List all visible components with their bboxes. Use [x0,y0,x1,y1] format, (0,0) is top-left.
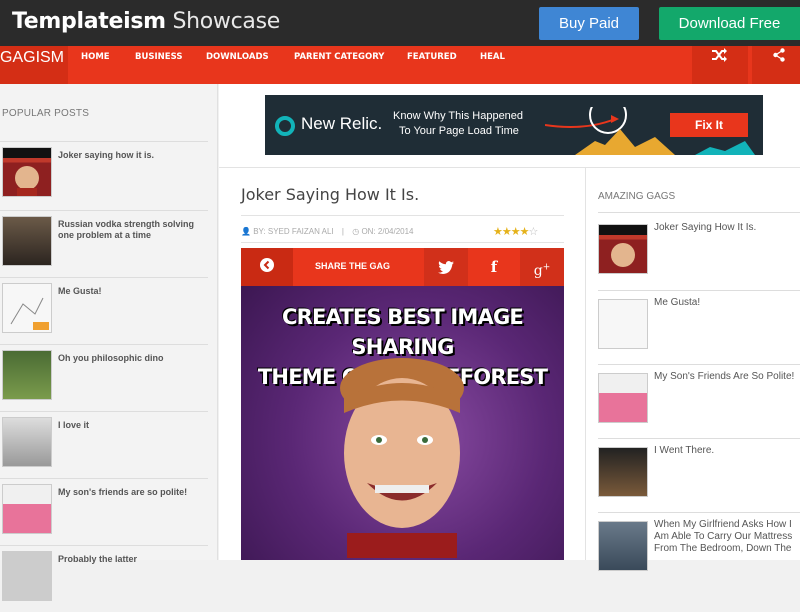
list-item[interactable]: I love it [0,411,208,478]
brand-logo[interactable]: Templateism Showcase [12,9,280,34]
nav-parent-category[interactable]: PARENT CATEGORY [294,46,384,84]
share-site-button[interactable] [752,46,800,84]
brand-name-bold: Templateism [12,9,166,34]
amazing-gags-sidebar: AMAZING GAGS Joker Saying How It Is. Me … [585,168,800,571]
new-relic-logo-icon [275,116,295,136]
clock-icon: ◷ [352,227,360,236]
list-item[interactable]: I Went There. [598,438,800,512]
google-plus-icon: g+ [533,262,551,279]
site-logo[interactable]: GAGISM [0,46,68,84]
gag-title[interactable]: My Son's Friends Are So Polite! [654,371,800,383]
share-icon [773,48,785,65]
shuffle-button[interactable] [692,46,748,84]
nav-featured[interactable]: FEATURED [407,46,457,84]
brand-name-light: Showcase [172,9,281,34]
post-date: ON: 2/04/2014 [361,227,414,236]
post-thumbnail[interactable] [2,551,52,601]
post-thumbnail[interactable] [2,350,52,400]
meme-caption-line-1: CREATES BEST IMAGE SHARING [282,305,524,359]
gag-title[interactable]: Joker Saying How It Is. [654,222,800,234]
shuffle-icon [711,48,728,65]
amazing-gags-title: AMAZING GAGS [598,191,676,202]
share-facebook-button[interactable]: f [468,248,520,286]
star-icon: ★ [493,226,503,238]
post-thumbnail[interactable] [2,484,52,534]
meme-face [340,358,464,558]
ad-copy: Know Why This Happened To Your Page Load… [393,109,523,139]
gag-thumbnail[interactable] [598,521,648,571]
nav-business[interactable]: BUSINESS [135,46,182,84]
share-label: SHARE THE GAG [315,261,391,271]
gag-thumbnail[interactable] [598,224,648,274]
divider [241,242,564,243]
star-icon: ★ [510,226,521,238]
arrow-left-icon [260,258,274,275]
back-button[interactable] [241,248,293,286]
ad-brand: New Relic. [301,114,383,133]
twitter-icon [438,258,454,275]
list-item[interactable]: My Son's Friends Are So Polite! [598,364,800,438]
list-item[interactable]: Oh you philosophic dino [0,344,208,411]
gag-title[interactable]: I Went There. [654,445,800,457]
post-title[interactable]: Russian vodka strength solving one probl… [58,219,203,241]
share-bar: SHARE THE GAG f g+ [241,248,564,286]
ad-fix-it-button[interactable]: Fix It [670,113,748,137]
list-item[interactable]: Joker Saying How It Is. [598,216,800,290]
list-item[interactable]: Russian vodka strength solving one probl… [0,210,208,277]
site-logo-text: GAGISM [0,49,65,66]
post-thumbnail[interactable] [2,417,52,467]
list-item[interactable]: Probably the latter [0,545,208,612]
top-bar: Templateism Showcase Buy Paid Download F… [0,0,800,46]
meta-separator: | [341,227,344,236]
list-item[interactable]: When My Girlfriend Asks How I Am Able To… [598,512,800,571]
list-item[interactable]: Me Gusta! [598,290,800,364]
nav-heal[interactable]: HEAL [480,46,505,84]
nav-downloads[interactable]: DOWNLOADS [206,46,269,84]
post-meta-area: 👤 BY: SYED FAIZAN ALI | ◷ ON: 2/04/2014 … [241,168,564,248]
post-thumbnail[interactable] [2,216,52,266]
post-meta: 👤 BY: SYED FAIZAN ALI | ◷ ON: 2/04/2014 [241,227,414,236]
post-title[interactable]: Joker saying how it is. [58,150,203,161]
share-twitter-button[interactable] [424,248,468,286]
buy-paid-button[interactable]: Buy Paid [539,7,639,40]
banner-ad[interactable]: New Relic. Know Why This Happened To You… [265,95,763,155]
star-icon: ★ [501,226,512,238]
main-nav: GAGISM HOME BUSINESS DOWNLOADS PARENT CA… [0,46,800,84]
post-title[interactable]: Me Gusta! [58,286,203,297]
post-title[interactable]: I love it [58,420,203,431]
list-item[interactable]: My son's friends are so polite! [0,478,208,545]
ad-line-1: Know Why This Happened [393,110,524,122]
meme-image[interactable]: CREATES BEST IMAGE SHARING THEME ON THEM… [241,286,564,560]
star-rating[interactable]: ★★★★☆ [493,225,539,238]
post-title[interactable]: Oh you philosophic dino [58,353,203,364]
list-item[interactable]: Joker saying how it is. [0,141,208,208]
post-thumbnail[interactable] [2,147,52,197]
download-free-button[interactable]: Download Free [659,7,800,40]
facebook-icon: f [490,258,498,276]
popular-posts-title: POPULAR POSTS [2,108,90,119]
gag-thumbnail[interactable] [598,447,648,497]
post-author[interactable]: BY: SYED FAIZAN ALI [253,227,333,236]
gag-thumbnail[interactable] [598,373,648,423]
star-empty-icon: ☆ [528,226,539,238]
gag-title[interactable]: Me Gusta! [654,297,800,309]
post-thumbnail[interactable] [2,283,52,333]
popular-posts-sidebar: POPULAR POSTS Joker saying how it is. Ru… [0,84,218,601]
ad-line-2: To Your Page Load Time [399,125,519,137]
user-icon: 👤 [241,227,251,236]
list-item[interactable]: Me Gusta! [0,277,208,344]
star-icon: ★ [519,226,530,238]
divider [598,212,800,213]
share-google-plus-button[interactable]: g+ [520,248,564,286]
nav-home[interactable]: HOME [81,46,110,84]
post-title[interactable]: My son's friends are so polite! [58,487,203,498]
gag-thumbnail[interactable] [598,299,648,349]
gag-title[interactable]: When My Girlfriend Asks How I Am Able To… [654,519,800,555]
